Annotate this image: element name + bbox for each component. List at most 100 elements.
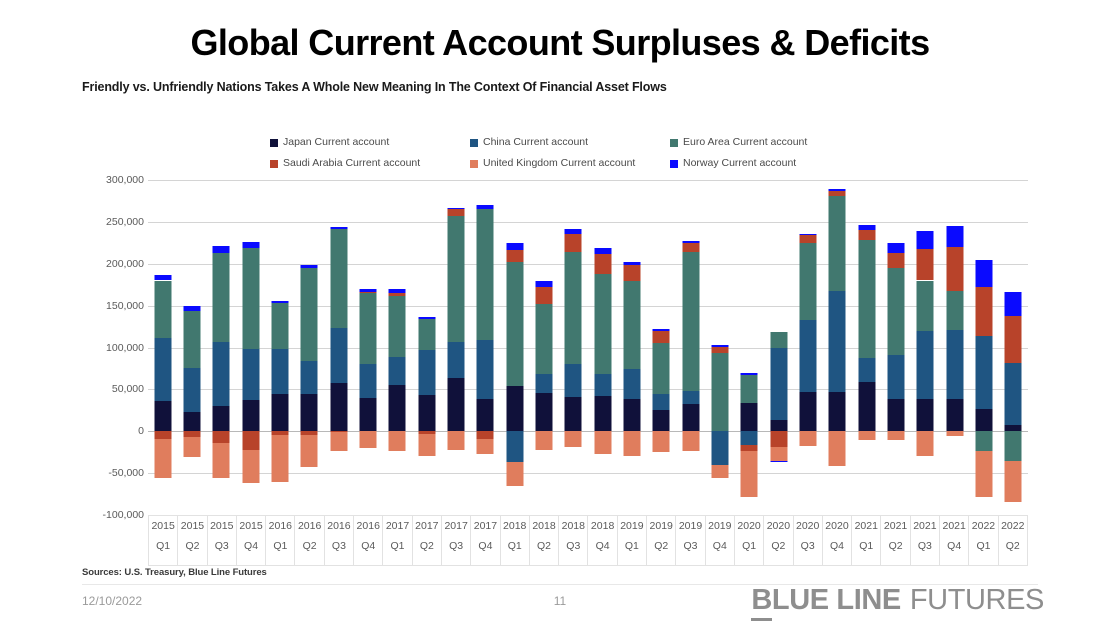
bar-segment — [623, 281, 641, 370]
x-axis-year-label: 2021 — [854, 520, 878, 532]
bar-column[interactable] — [735, 180, 764, 515]
x-axis-quarter-label: Q4 — [712, 539, 727, 552]
bar-segment — [535, 281, 553, 288]
bar-column[interactable] — [500, 180, 529, 515]
bar-segment — [916, 330, 934, 400]
bar-segment — [916, 280, 934, 331]
bar-column[interactable] — [881, 180, 910, 515]
bar-column[interactable] — [236, 180, 265, 515]
bar-segment — [535, 287, 553, 304]
bar-column[interactable] — [529, 180, 558, 515]
bar-segment — [330, 328, 348, 383]
bar-column[interactable] — [676, 180, 705, 515]
x-axis-cell: 2022 Q2 — [997, 516, 1028, 566]
bar-column[interactable] — [969, 180, 998, 515]
bar-column[interactable] — [559, 180, 588, 515]
bar-column[interactable] — [177, 180, 206, 515]
bar-column[interactable] — [412, 180, 441, 515]
bar-segment — [330, 382, 348, 432]
x-axis-year-label: 2021 — [913, 520, 937, 532]
bar-column[interactable] — [647, 180, 676, 515]
bar-column[interactable] — [588, 180, 617, 515]
y-axis-tick-label: 100,000 — [106, 341, 144, 354]
bar-segment — [770, 332, 788, 349]
bar-column[interactable] — [852, 180, 881, 515]
bar-segment — [300, 394, 318, 432]
bar-segment — [271, 301, 289, 304]
bar-segment — [183, 368, 201, 412]
bar-segment — [623, 262, 641, 266]
chart-area: 300,000 250,000 200,000 150,000 100,000 50,00… — [0, 0, 1120, 630]
x-axis-year-label: 2015 — [210, 520, 234, 532]
bar-segment — [359, 293, 377, 365]
x-axis-year-label: 2018 — [590, 520, 615, 532]
bar-segment — [242, 349, 260, 401]
bar-segment — [447, 431, 465, 450]
bar-segment — [447, 216, 465, 342]
bar-column[interactable] — [764, 180, 793, 515]
bar-segment — [682, 241, 700, 243]
bar-segment — [711, 352, 729, 432]
bar-segment — [388, 431, 406, 451]
bar-segment — [740, 450, 758, 498]
x-axis-quarter-label: Q2 — [302, 539, 317, 552]
bar-segment — [975, 450, 993, 497]
bar-segment — [946, 399, 964, 432]
bar-segment — [916, 231, 934, 249]
bar-column[interactable] — [324, 180, 353, 515]
bar-column[interactable] — [207, 180, 236, 515]
bar-column[interactable] — [823, 180, 852, 515]
bar-segment — [770, 447, 788, 461]
bar-column[interactable] — [911, 180, 940, 515]
bar-segment — [740, 375, 758, 403]
bar-column[interactable] — [999, 180, 1028, 515]
bar-column[interactable] — [353, 180, 382, 515]
bar-segment — [828, 431, 846, 467]
x-axis-cell: 2017 Q2 — [411, 516, 441, 566]
bar-column[interactable] — [383, 180, 412, 515]
bar-segment — [154, 438, 172, 479]
y-axis-tick-label: 250,000 — [106, 215, 144, 228]
bar-segment — [1004, 424, 1022, 432]
x-axis-quarter-label: Q3 — [214, 539, 229, 552]
bar-segment — [476, 209, 494, 340]
bar-column[interactable] — [148, 180, 177, 515]
x-axis-year-label: 2016 — [356, 520, 380, 532]
brand-logo: B LUE LINE FUTURES — [751, 584, 1044, 621]
bar-column[interactable] — [265, 180, 294, 515]
bar-column[interactable] — [617, 180, 646, 515]
bar-segment — [506, 462, 524, 486]
bar-segment — [476, 205, 494, 210]
bar-column[interactable] — [471, 180, 500, 515]
x-axis-year-label: 2020 — [796, 520, 820, 532]
bar-segment — [682, 242, 700, 253]
x-axis-year-label: 2020 — [737, 520, 761, 532]
bar-segment — [564, 431, 582, 448]
bar-segment — [975, 409, 993, 432]
bar-column[interactable] — [295, 180, 324, 515]
bar-segment — [418, 319, 436, 350]
x-axis-cell: 2015 Q2 — [177, 516, 207, 566]
bar-segment — [946, 247, 964, 291]
bar-segment — [652, 410, 670, 432]
bar-segment — [242, 241, 260, 248]
x-axis-cell: 2018 Q3 — [558, 516, 588, 566]
y-axis-tick-label: 300,000 — [106, 174, 144, 186]
bar-segment — [594, 253, 612, 274]
x-axis-quarter-label: Q2 — [1005, 539, 1020, 552]
bar-column[interactable] — [705, 180, 734, 515]
bar-segment — [359, 288, 377, 293]
x-axis-year-label: 2021 — [942, 520, 966, 532]
bar-column[interactable] — [441, 180, 470, 515]
bar-segment — [418, 433, 436, 457]
x-axis-quarter-label: Q1 — [507, 539, 522, 552]
y-axis-tick-label: 50,000 — [111, 383, 144, 396]
bar-column[interactable] — [793, 180, 822, 515]
bar-segment — [828, 391, 846, 432]
x-axis-year-label: 2017 — [415, 520, 439, 532]
x-axis-year-label: 2016 — [327, 520, 351, 532]
bar-segment — [711, 344, 729, 347]
x-axis-year-label: 2017 — [473, 520, 498, 532]
bar-column[interactable] — [940, 180, 969, 515]
bar-segment — [476, 339, 494, 399]
